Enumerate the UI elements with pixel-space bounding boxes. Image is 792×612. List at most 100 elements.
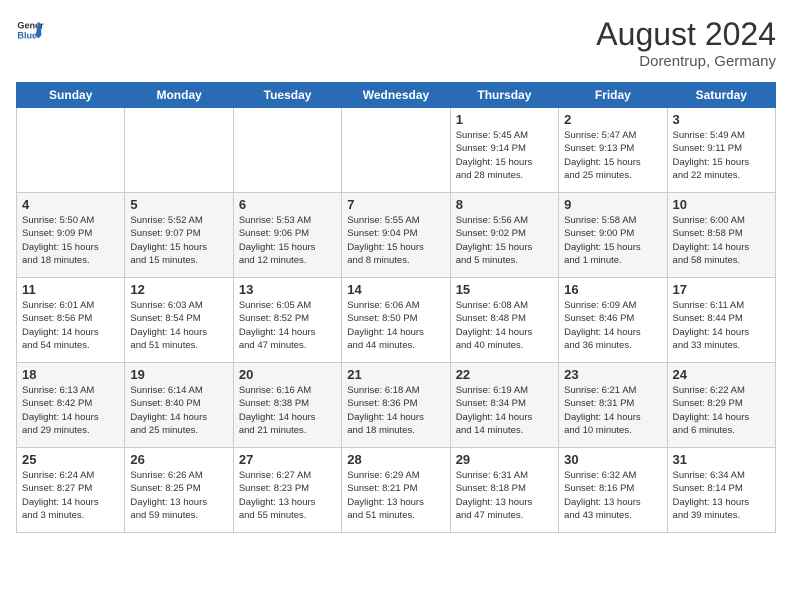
day-info: Sunrise: 5:52 AM Sunset: 9:07 PM Dayligh… [130, 214, 227, 267]
day-number: 31 [673, 452, 770, 467]
day-number: 25 [22, 452, 119, 467]
col-header-tuesday: Tuesday [233, 83, 341, 108]
day-info: Sunrise: 6:34 AM Sunset: 8:14 PM Dayligh… [673, 469, 770, 522]
day-number: 3 [673, 112, 770, 127]
day-number: 7 [347, 197, 444, 212]
day-info: Sunrise: 5:50 AM Sunset: 9:09 PM Dayligh… [22, 214, 119, 267]
calendar-cell: 18 Sunrise: 6:13 AM Sunset: 8:42 PM Dayli… [17, 363, 125, 448]
calendar-cell: 26 Sunrise: 6:26 AM Sunset: 8:25 PM Dayli… [125, 448, 233, 533]
day-info: Sunrise: 6:05 AM Sunset: 8:52 PM Dayligh… [239, 299, 336, 352]
day-info: Sunrise: 6:14 AM Sunset: 8:40 PM Dayligh… [130, 384, 227, 437]
day-number: 11 [22, 282, 119, 297]
calendar-table: SundayMondayTuesdayWednesdayThursdayFrid… [16, 82, 776, 533]
col-header-saturday: Saturday [667, 83, 775, 108]
calendar-cell: 13Sunrise: 6:05 AM Sunset: 8:52 PM Dayli… [233, 278, 341, 363]
calendar-cell: 31 Sunrise: 6:34 AM Sunset: 8:14 PM Dayli… [667, 448, 775, 533]
calendar-cell [17, 108, 125, 193]
day-info: Sunrise: 6:26 AM Sunset: 8:25 PM Dayligh… [130, 469, 227, 522]
day-info: Sunrise: 6:01 AM Sunset: 8:56 PM Dayligh… [22, 299, 119, 352]
month-year-title: August 2024 [596, 16, 776, 53]
location-subtitle: Dorentrup, Germany [596, 53, 776, 70]
day-number: 5 [130, 197, 227, 212]
calendar-cell: 30 Sunrise: 6:32 AM Sunset: 8:16 PM Dayli… [559, 448, 667, 533]
day-info: Sunrise: 6:19 AM Sunset: 8:34 PM Dayligh… [456, 384, 553, 437]
logo: General Blue [16, 16, 44, 44]
calendar-cell: 5 Sunrise: 5:52 AM Sunset: 9:07 PM Daylig… [125, 193, 233, 278]
day-number: 29 [456, 452, 553, 467]
day-number: 22 [456, 367, 553, 382]
col-header-friday: Friday [559, 83, 667, 108]
day-info: Sunrise: 6:08 AM Sunset: 8:48 PM Dayligh… [456, 299, 553, 352]
day-number: 27 [239, 452, 336, 467]
day-info: Sunrise: 6:22 AM Sunset: 8:29 PM Dayligh… [673, 384, 770, 437]
col-header-thursday: Thursday [450, 83, 558, 108]
calendar-cell: 2 Sunrise: 5:47 AM Sunset: 9:13 PM Daylig… [559, 108, 667, 193]
day-info: Sunrise: 5:45 AM Sunset: 9:14 PM Dayligh… [456, 129, 553, 182]
calendar-cell: 4 Sunrise: 5:50 AM Sunset: 9:09 PM Daylig… [17, 193, 125, 278]
day-info: Sunrise: 6:21 AM Sunset: 8:31 PM Dayligh… [564, 384, 661, 437]
day-number: 24 [673, 367, 770, 382]
day-number: 20 [239, 367, 336, 382]
col-header-sunday: Sunday [17, 83, 125, 108]
title-block: August 2024 Dorentrup, Germany [596, 16, 776, 70]
calendar-cell: 7 Sunrise: 5:55 AM Sunset: 9:04 PM Daylig… [342, 193, 450, 278]
day-info: Sunrise: 6:29 AM Sunset: 8:21 PM Dayligh… [347, 469, 444, 522]
day-number: 12 [130, 282, 227, 297]
day-info: Sunrise: 6:24 AM Sunset: 8:27 PM Dayligh… [22, 469, 119, 522]
calendar-cell: 19 Sunrise: 6:14 AM Sunset: 8:40 PM Dayli… [125, 363, 233, 448]
day-info: Sunrise: 5:49 AM Sunset: 9:11 PM Dayligh… [673, 129, 770, 182]
calendar-cell: 23 Sunrise: 6:21 AM Sunset: 8:31 PM Dayli… [559, 363, 667, 448]
calendar-cell: 14Sunrise: 6:06 AM Sunset: 8:50 PM Dayli… [342, 278, 450, 363]
day-number: 21 [347, 367, 444, 382]
calendar-cell: 28 Sunrise: 6:29 AM Sunset: 8:21 PM Dayli… [342, 448, 450, 533]
day-number: 17 [673, 282, 770, 297]
calendar-cell [342, 108, 450, 193]
day-info: Sunrise: 6:11 AM Sunset: 8:44 PM Dayligh… [673, 299, 770, 352]
day-number: 6 [239, 197, 336, 212]
day-number: 28 [347, 452, 444, 467]
day-number: 2 [564, 112, 661, 127]
day-number: 26 [130, 452, 227, 467]
day-info: Sunrise: 6:31 AM Sunset: 8:18 PM Dayligh… [456, 469, 553, 522]
day-info: Sunrise: 6:13 AM Sunset: 8:42 PM Dayligh… [22, 384, 119, 437]
calendar-cell: 10 Sunrise: 6:00 AM Sunset: 8:58 PM Dayli… [667, 193, 775, 278]
calendar-cell: 20Sunrise: 6:16 AM Sunset: 8:38 PM Dayli… [233, 363, 341, 448]
col-header-wednesday: Wednesday [342, 83, 450, 108]
calendar-cell: 1 Sunrise: 5:45 AM Sunset: 9:14 PM Daylig… [450, 108, 558, 193]
day-number: 9 [564, 197, 661, 212]
day-number: 1 [456, 112, 553, 127]
calendar-cell: 9 Sunrise: 5:58 AM Sunset: 9:00 PM Daylig… [559, 193, 667, 278]
calendar-cell: 29 Sunrise: 6:31 AM Sunset: 8:18 PM Dayli… [450, 448, 558, 533]
day-number: 23 [564, 367, 661, 382]
day-info: Sunrise: 6:00 AM Sunset: 8:58 PM Dayligh… [673, 214, 770, 267]
calendar-cell: 17 Sunrise: 6:11 AM Sunset: 8:44 PM Dayli… [667, 278, 775, 363]
calendar-cell: 15Sunrise: 6:08 AM Sunset: 8:48 PM Dayli… [450, 278, 558, 363]
day-number: 16 [564, 282, 661, 297]
calendar-cell: 11 Sunrise: 6:01 AM Sunset: 8:56 PM Dayli… [17, 278, 125, 363]
day-number: 14 [347, 282, 444, 297]
day-number: 30 [564, 452, 661, 467]
calendar-cell: 16 Sunrise: 6:09 AM Sunset: 8:46 PM Dayli… [559, 278, 667, 363]
day-info: Sunrise: 6:32 AM Sunset: 8:16 PM Dayligh… [564, 469, 661, 522]
page-header: General Blue August 2024 Dorentrup, Germ… [16, 16, 776, 70]
day-number: 4 [22, 197, 119, 212]
day-number: 19 [130, 367, 227, 382]
day-info: Sunrise: 6:09 AM Sunset: 8:46 PM Dayligh… [564, 299, 661, 352]
calendar-cell: 25 Sunrise: 6:24 AM Sunset: 8:27 PM Dayli… [17, 448, 125, 533]
day-info: Sunrise: 5:53 AM Sunset: 9:06 PM Dayligh… [239, 214, 336, 267]
svg-text:Blue: Blue [17, 30, 37, 40]
day-number: 18 [22, 367, 119, 382]
calendar-cell: 3 Sunrise: 5:49 AM Sunset: 9:11 PM Daylig… [667, 108, 775, 193]
day-info: Sunrise: 5:56 AM Sunset: 9:02 PM Dayligh… [456, 214, 553, 267]
day-info: Sunrise: 5:58 AM Sunset: 9:00 PM Dayligh… [564, 214, 661, 267]
day-info: Sunrise: 5:47 AM Sunset: 9:13 PM Dayligh… [564, 129, 661, 182]
calendar-cell: 6 Sunrise: 5:53 AM Sunset: 9:06 PM Daylig… [233, 193, 341, 278]
day-info: Sunrise: 5:55 AM Sunset: 9:04 PM Dayligh… [347, 214, 444, 267]
calendar-cell: 12 Sunrise: 6:03 AM Sunset: 8:54 PM Dayli… [125, 278, 233, 363]
day-number: 8 [456, 197, 553, 212]
day-info: Sunrise: 6:03 AM Sunset: 8:54 PM Dayligh… [130, 299, 227, 352]
calendar-cell: 8 Sunrise: 5:56 AM Sunset: 9:02 PM Daylig… [450, 193, 558, 278]
calendar-cell: 27Sunrise: 6:27 AM Sunset: 8:23 PM Dayli… [233, 448, 341, 533]
day-number: 10 [673, 197, 770, 212]
day-info: Sunrise: 6:18 AM Sunset: 8:36 PM Dayligh… [347, 384, 444, 437]
